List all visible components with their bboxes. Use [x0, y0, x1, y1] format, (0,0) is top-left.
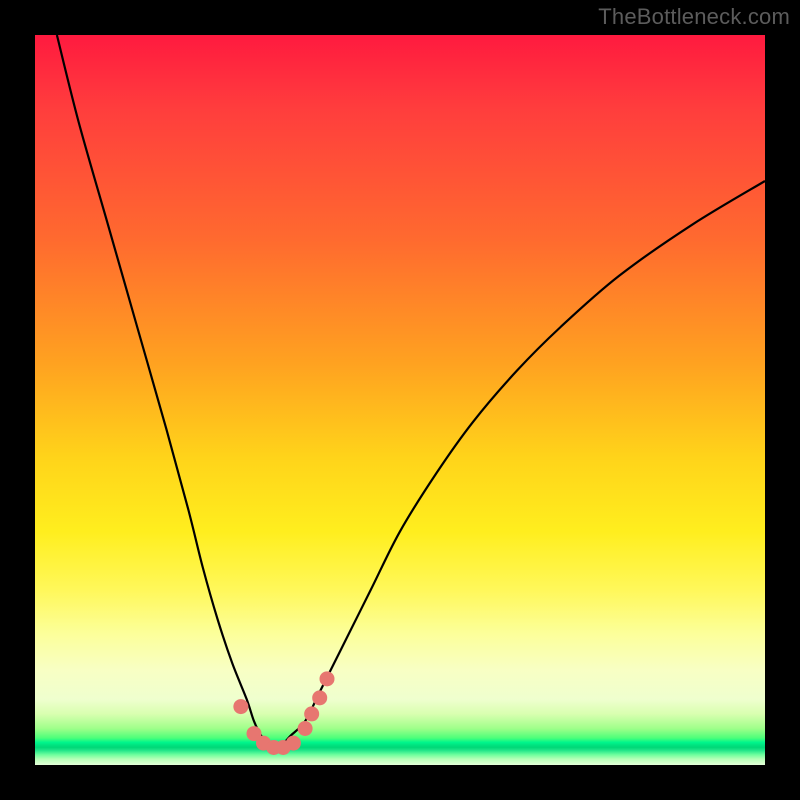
watermark-text: TheBottleneck.com	[598, 4, 790, 30]
marker-dot	[233, 699, 248, 714]
highlighted-points	[233, 671, 334, 755]
chart-frame: TheBottleneck.com	[0, 0, 800, 800]
marker-dot	[312, 690, 327, 705]
marker-dot	[304, 706, 319, 721]
marker-dot	[286, 736, 301, 751]
marker-dot	[298, 721, 313, 736]
plot-area	[35, 35, 765, 765]
curve-canvas	[35, 35, 765, 765]
marker-dot	[320, 671, 335, 686]
bottleneck-curve	[57, 35, 765, 744]
